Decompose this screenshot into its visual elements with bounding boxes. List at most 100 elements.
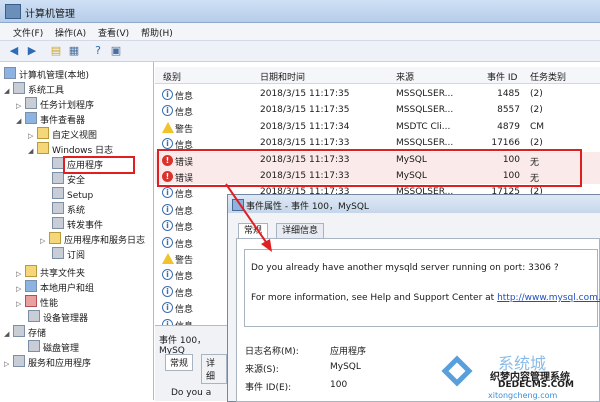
site-watermark: 系统城 织梦内容管理系统 DEDECMS.COM xitongcheng.com	[440, 350, 600, 400]
dialog-tab-general[interactable]: 常规	[238, 223, 269, 239]
message-line-2: For more information, see Help and Suppo…	[251, 293, 600, 303]
tree-item-disk-management[interactable]: 磁盘管理	[28, 340, 79, 354]
chevron-down-icon[interactable]: ◢	[28, 145, 37, 158]
event-row[interactable]: i 信息 2018/3/15 11:17:35 MSSQLSER... 1485 (2)	[155, 86, 600, 102]
dialog-tab-details[interactable]: 详细信息	[276, 223, 325, 239]
shared-folder-icon	[25, 265, 37, 277]
chevron-down-icon[interactable]: ◢	[16, 115, 25, 128]
info-icon: i	[162, 89, 173, 100]
computer-icon	[4, 67, 16, 79]
warning-icon	[162, 253, 174, 264]
tree-item-forwarded-events[interactable]: 转发事件	[52, 217, 103, 231]
event-category: (2)	[530, 138, 543, 149]
tree-item-windows-logs[interactable]: ◢ Windows 日志	[28, 142, 113, 158]
menu-help[interactable]: 帮助(H)	[141, 26, 173, 39]
tree-item-system[interactable]: 系统	[52, 202, 85, 216]
back-arrow-icon[interactable]: ◀	[6, 43, 22, 58]
event-id: 1485	[497, 89, 520, 99]
tree-item-performance[interactable]: ▷ 性能	[16, 295, 58, 311]
info-icon: i	[162, 236, 173, 248]
field-log-name-label: 日志名称(M):	[245, 347, 299, 357]
chevron-down-icon[interactable]: ◢	[4, 85, 13, 98]
column-source[interactable]: 来源	[396, 70, 414, 83]
event-level: 信息	[175, 223, 194, 234]
device-manager-icon	[28, 310, 40, 322]
users-icon	[25, 280, 37, 292]
event-level: 信息	[175, 288, 194, 299]
chevron-right-icon[interactable]: ▷	[4, 358, 13, 371]
error-rows-highlight-box	[157, 149, 582, 187]
event-source: MSSQLSER...	[396, 105, 454, 116]
event-datetime: 2018/3/15 11:17:34	[260, 121, 350, 132]
event-viewer-icon	[25, 112, 37, 124]
chevron-right-icon[interactable]: ▷	[40, 235, 49, 248]
event-list-header: 级别 日期和时间 来源 事件 ID 任务类别	[155, 67, 600, 84]
column-datetime[interactable]: 日期和时间	[260, 70, 305, 83]
event-level: 信息	[175, 305, 194, 316]
event-level: 信息	[175, 190, 194, 201]
info-icon: i	[162, 220, 173, 232]
event-source: MSSQLSER...	[396, 89, 454, 99]
tree-item-task-scheduler[interactable]: ▷ 任务计划程序	[16, 97, 94, 111]
help-icon[interactable]: ?	[90, 43, 106, 58]
event-id: 8557	[497, 105, 520, 116]
field-log-name-value: 应用程序	[330, 347, 367, 357]
preview-title: 事件 100，MySQ	[159, 336, 207, 356]
info-icon: i	[162, 187, 173, 199]
console-tree: 计算机管理(本地) ◢ 系统工具 ▷ 任务计划程序 ◢ 事件查看器 ▷ 自定义视图 ◢ W…	[0, 62, 154, 400]
clock-icon	[25, 97, 37, 109]
tree-item-subscriptions[interactable]: 订阅	[52, 247, 85, 261]
preview-tab-detail[interactable]: 详细	[201, 354, 227, 384]
chevron-right-icon[interactable]: ▷	[16, 298, 25, 311]
log-icon	[52, 187, 64, 199]
event-message-box[interactable]: Do you already have another mysqld serve…	[244, 249, 600, 327]
tree-item-setup[interactable]: Setup	[52, 187, 93, 201]
tree-item-event-viewer[interactable]: ◢ 事件查看器	[16, 112, 85, 128]
preview-tab-general[interactable]: 常规	[165, 354, 194, 371]
up-folder-icon[interactable]: ▤	[48, 43, 64, 58]
column-task-category[interactable]: 任务类别	[530, 70, 566, 83]
menu-file[interactable]: 文件(F)	[13, 26, 43, 39]
menu-bar: 文件(F) 操作(A) 查看(V) 帮助(H)	[0, 23, 600, 41]
info-icon: i	[162, 269, 173, 281]
subscription-icon	[52, 247, 64, 259]
tools-icon	[13, 82, 25, 94]
properties-icon[interactable]: ▣	[108, 43, 124, 58]
event-level: 信息	[175, 206, 194, 217]
field-event-id-label: 事件 ID(E):	[245, 383, 292, 393]
event-category: CM	[530, 121, 545, 132]
event-id: 4879	[497, 121, 520, 132]
warning-icon	[162, 121, 174, 133]
mysql-link[interactable]: http://www.mysql.com.	[497, 293, 600, 303]
tree-item-services-apps[interactable]: ▷ 服务和应用程序	[4, 355, 91, 371]
event-level: 警告	[175, 124, 194, 135]
event-row[interactable]: 警告 2018/3/15 11:17:34 MSDTC Cli... 4879 CM	[155, 119, 600, 135]
tree-item-custom-views[interactable]: ▷ 自定义视图	[28, 127, 97, 141]
event-level: 信息	[175, 108, 194, 119]
event-row[interactable]: i 信息 2018/3/15 11:17:35 MSSQLSER... 8557 (2)	[155, 102, 600, 118]
tree-item-storage[interactable]: ◢ 存储	[4, 325, 46, 341]
menu-view[interactable]: 查看(V)	[98, 26, 129, 39]
log-icon	[52, 202, 64, 214]
info-icon: i	[162, 302, 173, 314]
chevron-down-icon[interactable]: ◢	[4, 328, 13, 341]
field-event-id-value: 100	[330, 380, 348, 390]
watermark-logo-icon	[441, 355, 473, 387]
field-source-value: MySQL	[330, 362, 361, 372]
event-source: MSSQLSER...	[396, 138, 454, 149]
event-category: (2)	[530, 105, 543, 116]
forward-arrow-icon[interactable]: ▶	[24, 43, 40, 58]
tree-item-root[interactable]: 计算机管理(本地)	[4, 67, 89, 81]
tree-item-shared-folders[interactable]: ▷ 共享文件夹	[16, 265, 85, 279]
preview-message: Do you a	[171, 388, 212, 398]
tree-item-system-tools[interactable]: ◢ 系统工具	[4, 82, 64, 98]
tree-item-device-manager[interactable]: 设备管理器	[28, 310, 88, 324]
menu-action[interactable]: 操作(A)	[55, 26, 86, 39]
column-event-id[interactable]: 事件 ID	[487, 70, 517, 83]
event-datetime: 2018/3/15 11:17:33	[260, 138, 350, 149]
tree-item-app-service-logs[interactable]: ▷ 应用程序和服务日志	[40, 232, 145, 248]
console-tree-icon[interactable]: ▦	[66, 43, 82, 58]
tree-item-local-users[interactable]: ▷ 本地用户和组	[16, 280, 94, 294]
column-level[interactable]: 级别	[163, 70, 181, 83]
message-line-1: Do you already have another mysqld serve…	[251, 263, 559, 273]
